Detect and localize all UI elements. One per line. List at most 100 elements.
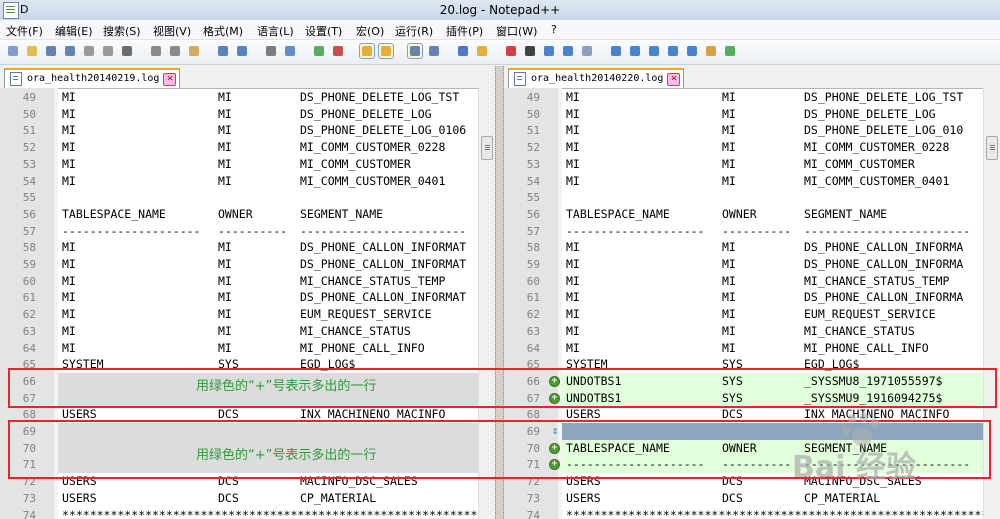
text-line[interactable]: 55 xyxy=(504,189,1000,206)
close-tab-icon[interactable]: × xyxy=(667,73,681,86)
line-number: 50 xyxy=(22,107,36,121)
print-icon[interactable] xyxy=(120,44,134,58)
open-file-icon[interactable] xyxy=(25,44,39,58)
column-c3: DS_PHONE_DELETE_LOG_0106 xyxy=(300,123,467,138)
text-line[interactable]: 56 TABLESPACE_NAME OWNER SEGMENT_NAME xyxy=(504,206,1000,223)
menu-item[interactable]: 格式(M) xyxy=(203,23,243,39)
zoom-in-icon[interactable] xyxy=(312,44,326,58)
menu-item[interactable]: 运行(R) xyxy=(395,23,433,39)
text-line[interactable]: 64 MI MI MI_PHONE_CALL_INFO xyxy=(0,340,495,357)
text-line[interactable]: 73 USERS DCS CP_MATERIAL xyxy=(504,490,1000,507)
close-tab-icon[interactable]: × xyxy=(163,73,177,86)
text-line[interactable]: 50 MI MI DS_PHONE_DELETE_LOG xyxy=(0,106,495,123)
tab-right-file[interactable]: ora_health20140220.log × xyxy=(508,68,685,88)
last-diff-icon[interactable] xyxy=(685,44,699,58)
next-diff-icon[interactable] xyxy=(647,44,661,58)
text-line[interactable]: 62 MI MI EUM_REQUEST_SERVICE xyxy=(0,306,495,323)
text-line[interactable]: 61 MI MI DS_PHONE_CALLON_INFORMAT xyxy=(0,289,495,306)
redo-icon[interactable] xyxy=(235,44,249,58)
text-line[interactable]: 74 **************************************… xyxy=(0,507,495,519)
line-number: 56 xyxy=(526,207,540,221)
text-line[interactable]: 51 MI MI DS_PHONE_DELETE_LOG_0106 xyxy=(0,122,495,139)
left-tab-bar: ora_health20140219.log × xyxy=(0,66,495,89)
line-number: 63 xyxy=(526,324,540,338)
line-number: 54 xyxy=(22,174,36,188)
text-line[interactable]: 54 MI MI MI_COMM_CUSTOMER_0401 xyxy=(504,173,1000,190)
text-line[interactable]: 58 MI MI DS_PHONE_CALLON_INFORMA xyxy=(504,239,1000,256)
replace-icon[interactable] xyxy=(283,44,297,58)
column-c3: CP_MATERIAL xyxy=(300,490,377,505)
text-line[interactable]: 56 TABLESPACE_NAME OWNER SEGMENT_NAME xyxy=(0,206,495,223)
word-wrap-icon[interactable] xyxy=(407,43,423,59)
column-c2: MI xyxy=(218,257,232,271)
prev-diff-icon[interactable] xyxy=(628,44,642,58)
column-c1: MI xyxy=(62,307,76,322)
menu-item[interactable]: 编辑(E) xyxy=(55,23,93,39)
text-line[interactable]: 63 MI MI MI_CHANCE_STATUS xyxy=(504,323,1000,340)
text-line[interactable]: 62 MI MI EUM_REQUEST_SERVICE xyxy=(504,306,1000,323)
tab-left-file[interactable]: ora_health20140219.log × xyxy=(4,68,181,88)
column-c3: DS_PHONE_DELETE_LOG xyxy=(300,106,432,121)
close-all-icon[interactable] xyxy=(101,44,115,58)
text-line[interactable]: 50 MI MI DS_PHONE_DELETE_LOG xyxy=(504,106,1000,123)
run-macro-multiple-icon[interactable] xyxy=(561,44,575,58)
record-macro-icon[interactable] xyxy=(504,44,518,58)
column-c2: MI xyxy=(218,106,232,121)
scrollbar-thumb[interactable] xyxy=(481,136,493,160)
first-diff-icon[interactable] xyxy=(666,44,680,58)
text-line[interactable]: 60 MI MI MI_CHANCE_STATUS_TEMP xyxy=(0,273,495,290)
text-line[interactable]: 51 MI MI DS_PHONE_DELETE_LOG_010 xyxy=(504,122,1000,139)
text-line[interactable]: 59 MI MI DS_PHONE_CALLON_INFORMA xyxy=(504,256,1000,273)
copy-icon[interactable] xyxy=(168,44,182,58)
text-line[interactable]: 60 MI MI MI_CHANCE_STATUS_TEMP xyxy=(504,273,1000,290)
menu-item[interactable]: 语言(L) xyxy=(257,23,294,39)
line-number: 61 xyxy=(526,291,540,305)
text-line[interactable]: 64 MI MI MI_PHONE_CALL_INFO xyxy=(504,340,1000,357)
text-line[interactable]: 73 USERS DCS CP_MATERIAL xyxy=(0,490,495,507)
find-icon[interactable] xyxy=(264,44,278,58)
text-line[interactable]: 59 MI MI DS_PHONE_CALLON_INFORMAT xyxy=(0,256,495,273)
text-line[interactable]: 52 MI MI MI_COMM_CUSTOMER_0228 xyxy=(504,139,1000,156)
menu-item[interactable]: 宏(O) xyxy=(356,23,384,39)
show-all-chars-icon[interactable] xyxy=(427,44,441,58)
compare-icon[interactable] xyxy=(609,44,623,58)
text-line[interactable]: 57 -------------------- ---------- --------… xyxy=(0,223,495,240)
save-macro-icon[interactable] xyxy=(580,44,594,58)
text-line[interactable]: 61 MI MI DS_PHONE_CALLON_INFORMA xyxy=(504,289,1000,306)
cut-icon[interactable] xyxy=(149,44,163,58)
sync-vertical-icon[interactable] xyxy=(359,43,375,59)
menu-item[interactable]: 设置(T) xyxy=(305,23,342,39)
text-line[interactable]: 55 xyxy=(0,189,495,206)
undo-icon[interactable] xyxy=(216,44,230,58)
clear-compare-icon[interactable] xyxy=(704,44,718,58)
paste-icon[interactable] xyxy=(187,44,201,58)
text-line[interactable]: 49 MI MI DS_PHONE_DELETE_LOG_TST xyxy=(504,89,1000,106)
new-file-icon[interactable] xyxy=(6,44,20,58)
text-line[interactable]: 49 MI MI DS_PHONE_DELETE_LOG_TST xyxy=(0,89,495,106)
text-line[interactable]: 57 -------------------- ---------- --------… xyxy=(504,223,1000,240)
text-line[interactable]: 58 MI MI DS_PHONE_CALLON_INFORMAT xyxy=(0,239,495,256)
text-line[interactable]: 53 MI MI MI_COMM_CUSTOMER xyxy=(504,156,1000,173)
menu-item[interactable]: 插件(P) xyxy=(446,23,483,39)
menu-item[interactable]: 视图(V) xyxy=(153,23,191,39)
text-line[interactable]: 52 MI MI MI_COMM_CUSTOMER_0228 xyxy=(0,139,495,156)
menu-item[interactable]: 窗口(W) xyxy=(496,23,537,39)
stop-macro-icon[interactable] xyxy=(523,44,537,58)
menu-item[interactable]: 文件(F) xyxy=(6,23,43,39)
text-line[interactable]: 54 MI MI MI_COMM_CUSTOMER_0401 xyxy=(0,173,495,190)
text-line[interactable]: 53 MI MI MI_COMM_CUSTOMER xyxy=(0,156,495,173)
menu-item[interactable]: 搜索(S) xyxy=(103,23,141,39)
zoom-out-icon[interactable] xyxy=(331,44,345,58)
text-line[interactable]: 74 **************************************… xyxy=(504,507,1000,519)
sync-horizontal-icon[interactable] xyxy=(378,43,394,59)
play-macro-icon[interactable] xyxy=(542,44,556,58)
close-icon[interactable] xyxy=(82,44,96,58)
menu-item[interactable]: ? xyxy=(551,23,557,36)
spell-check-icon[interactable] xyxy=(723,44,737,58)
doc-map-icon[interactable] xyxy=(475,44,489,58)
save-all-icon[interactable] xyxy=(63,44,77,58)
save-icon[interactable] xyxy=(44,44,58,58)
scrollbar-thumb[interactable] xyxy=(986,136,998,160)
text-line[interactable]: 63 MI MI MI_CHANCE_STATUS xyxy=(0,323,495,340)
indent-guide-icon[interactable] xyxy=(456,44,470,58)
